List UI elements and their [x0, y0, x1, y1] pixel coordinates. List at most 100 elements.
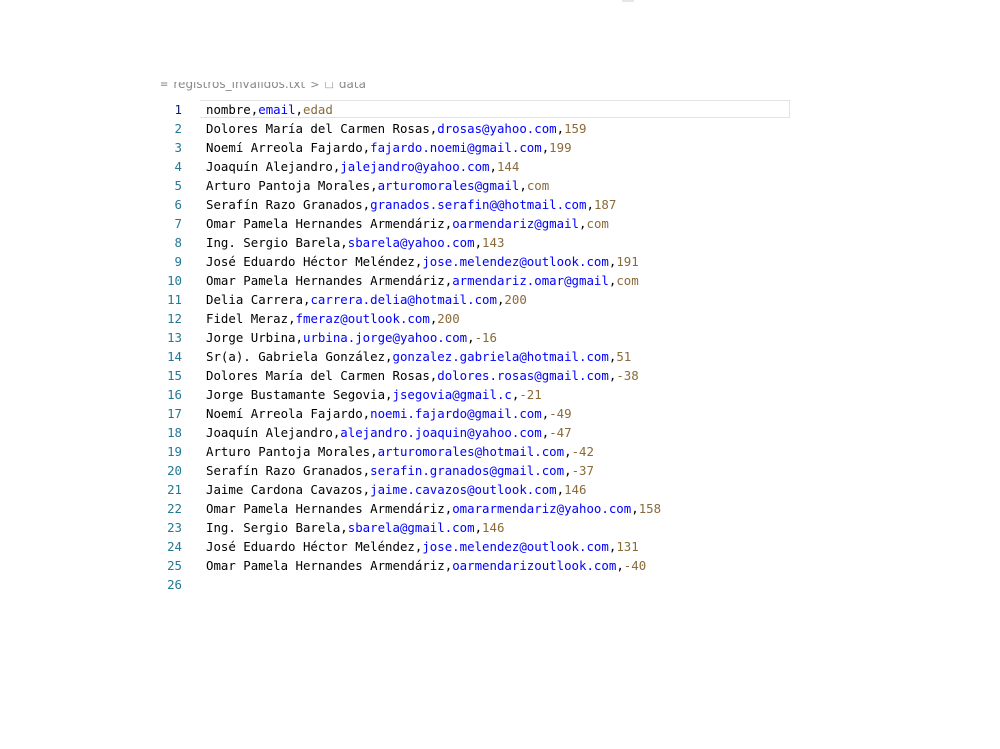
- field-age: 144: [496, 159, 520, 174]
- editor-line[interactable]: 11 Delia Carrera,carrera.delia@hotmail.co…: [160, 290, 792, 309]
- field-email: dolores.rosas@gmail.com: [437, 368, 609, 383]
- field-email: oarmendariz@gmail: [452, 216, 580, 231]
- field-age: edad: [303, 102, 333, 117]
- editor-line[interactable]: 5 Arturo Pantoja Morales,arturomorales@gm…: [160, 176, 792, 195]
- field-name: nombre: [206, 102, 251, 117]
- editor-line[interactable]: 19 Arturo Pantoja Morales,arturomorales@h…: [160, 442, 792, 461]
- line-content: Ing. Sergio Barela,sbarela@yahoo.com,143: [206, 235, 505, 250]
- field-email: serafin.granados@gmail.com: [370, 463, 565, 478]
- field-age: com: [526, 178, 550, 193]
- editor-line[interactable]: 23 Ing. Sergio Barela,sbarela@gmail.com,1…: [160, 518, 792, 537]
- field-email: omararmendariz@yahoo.com: [452, 501, 632, 516]
- line-content: nombre,email,edad: [206, 102, 333, 117]
- line-content: José Eduardo Héctor Meléndez,jose.melend…: [206, 254, 639, 269]
- field-age: 159: [564, 121, 587, 136]
- field-age: 158: [638, 501, 662, 516]
- line-number: 19: [167, 444, 182, 459]
- editor-line[interactable]: 9 José Eduardo Héctor Meléndez,jose.melen…: [160, 252, 792, 271]
- field-email: gonzalez.gabriela@hotmail.com: [392, 349, 609, 364]
- breadcrumb-separator: >: [310, 82, 320, 91]
- editor-line[interactable]: 25 Omar Pamela Hernandes Armendáriz,oarme…: [160, 556, 792, 575]
- field-name: Omar Pamela Hernandes Armendáriz: [206, 216, 445, 231]
- line-number: 15: [167, 368, 182, 383]
- field-age: -47: [549, 425, 572, 440]
- field-name: Omar Pamela Hernandes Armendáriz: [206, 273, 445, 288]
- editor-line[interactable]: 26: [160, 575, 792, 594]
- field-email: fajardo.noemi@gmail.com: [370, 140, 542, 155]
- line-number: 18: [167, 425, 182, 440]
- field-age: com: [616, 273, 639, 288]
- editor-line[interactable]: 21 Jaime Cardona Cavazos,jaime.cavazos@ou…: [160, 480, 792, 499]
- line-number: 26: [167, 577, 182, 592]
- field-name: Joaquín Alejandro: [206, 159, 333, 174]
- field-email: email: [258, 102, 296, 117]
- breadcrumb-file[interactable]: registros_invalidos.txt: [173, 82, 305, 91]
- editor-line[interactable]: 7 Omar Pamela Hernandes Armendáriz,oarmen…: [160, 214, 792, 233]
- editor-line[interactable]: 16 Jorge Bustamante Segovia,jsegovia@gmai…: [160, 385, 792, 404]
- field-name: José Eduardo Héctor Meléndez: [206, 539, 415, 554]
- field-name: Jorge Urbina: [206, 330, 296, 345]
- editor-line[interactable]: 13 Jorge Urbina,urbina.jorge@yahoo.com,-1…: [160, 328, 792, 347]
- field-email: jaime.cavazos@outlook.com: [370, 482, 557, 497]
- line-content: Joaquín Alejandro,jalejandro@yahoo.com,1…: [206, 159, 520, 174]
- symbol-box-icon: □: [324, 82, 334, 90]
- editor-line[interactable]: 4 Joaquín Alejandro,jalejandro@yahoo.com,…: [160, 157, 792, 176]
- line-content: Dolores María del Carmen Rosas,drosas@ya…: [206, 121, 587, 136]
- line-content: Noemí Arreola Fajardo,fajardo.noemi@gmai…: [206, 140, 572, 155]
- field-email: sbarela@yahoo.com: [347, 235, 475, 250]
- editor-line[interactable]: 17 Noemí Arreola Fajardo,noemi.fajardo@gm…: [160, 404, 792, 423]
- field-name: José Eduardo Héctor Meléndez: [206, 254, 415, 269]
- field-age: -42: [571, 444, 594, 459]
- line-number: 13: [167, 330, 182, 345]
- line-content: Jorge Urbina,urbina.jorge@yahoo.com,-16: [206, 330, 497, 345]
- field-age: -37: [571, 463, 594, 478]
- field-age: 199: [549, 140, 572, 155]
- editor-line[interactable]: 2 Dolores María del Carmen Rosas,drosas@y…: [160, 119, 792, 138]
- line-number: 5: [174, 178, 182, 193]
- field-email: arturomorales@gmail: [377, 178, 520, 193]
- line-content: Delia Carrera,carrera.delia@hotmail.com,…: [206, 292, 527, 307]
- field-name: Fidel Meraz: [206, 311, 289, 326]
- field-email: jose.melendez@outlook.com: [422, 539, 609, 554]
- field-name: Joaquín Alejandro: [206, 425, 333, 440]
- line-number: 7: [174, 216, 182, 231]
- editor-line[interactable]: 18 Joaquín Alejandro,alejandro.joaquin@ya…: [160, 423, 792, 442]
- line-content: José Eduardo Héctor Meléndez,jose.melend…: [206, 539, 639, 554]
- field-age: -49: [549, 406, 572, 421]
- editor-line[interactable]: 22 Omar Pamela Hernandes Armendáriz,omara…: [160, 499, 792, 518]
- field-age: -21: [519, 387, 542, 402]
- line-number: 3: [174, 140, 182, 155]
- editor-line[interactable]: 8 Ing. Sergio Barela,sbarela@yahoo.com,14…: [160, 233, 792, 252]
- text-editor[interactable]: 1 nombre,email,edad 2 Dolores María del Car…: [160, 100, 792, 594]
- editor-line[interactable]: 24 José Eduardo Héctor Meléndez,jose.mele…: [160, 537, 792, 556]
- editor-line[interactable]: 1 nombre,email,edad: [160, 100, 792, 119]
- line-content: Omar Pamela Hernandes Armendáriz,oarmend…: [206, 216, 609, 231]
- editor-line[interactable]: 3 Noemí Arreola Fajardo,fajardo.noemi@gma…: [160, 138, 792, 157]
- window-edge-mark: [622, 0, 634, 2]
- field-age: -38: [616, 368, 639, 383]
- line-content: Sr(a). Gabriela González,gonzalez.gabrie…: [206, 349, 632, 364]
- editor-line[interactable]: 6 Serafín Razo Granados,granados.serafin@…: [160, 195, 792, 214]
- field-email: urbina.jorge@yahoo.com: [303, 330, 468, 345]
- line-content: Dolores María del Carmen Rosas,dolores.r…: [206, 368, 639, 383]
- field-name: Ing. Sergio Barela: [206, 235, 341, 250]
- editor-line[interactable]: 15 Dolores María del Carmen Rosas,dolores…: [160, 366, 792, 385]
- breadcrumb-section[interactable]: data: [339, 82, 366, 91]
- editor-line[interactable]: 14 Sr(a). Gabriela González,gonzalez.gabr…: [160, 347, 792, 366]
- field-email: noemi.fajardo@gmail.com: [370, 406, 542, 421]
- line-number: 17: [167, 406, 182, 421]
- field-name: Serafín Razo Granados: [206, 197, 363, 212]
- field-email: fmeraz@outlook.com: [295, 311, 430, 326]
- field-name: Omar Pamela Hernandes Armendáriz: [206, 558, 445, 573]
- file-lines-icon: ≡: [160, 82, 169, 90]
- field-email: alejandro.joaquin@yahoo.com: [340, 425, 542, 440]
- field-age: 143: [482, 235, 505, 250]
- editor-line[interactable]: 12 Fidel Meraz,fmeraz@outlook.com,200: [160, 309, 792, 328]
- editor-line[interactable]: 10 Omar Pamela Hernandes Armendáriz,armen…: [160, 271, 792, 290]
- field-name: Sr(a). Gabriela González: [206, 349, 386, 364]
- line-content: Ing. Sergio Barela,sbarela@gmail.com,146: [206, 520, 505, 535]
- field-age: -40: [623, 558, 647, 573]
- field-age: 191: [616, 254, 639, 269]
- field-email: armendariz.omar@gmail: [452, 273, 609, 288]
- editor-line[interactable]: 20 Serafín Razo Granados,serafin.granados…: [160, 461, 792, 480]
